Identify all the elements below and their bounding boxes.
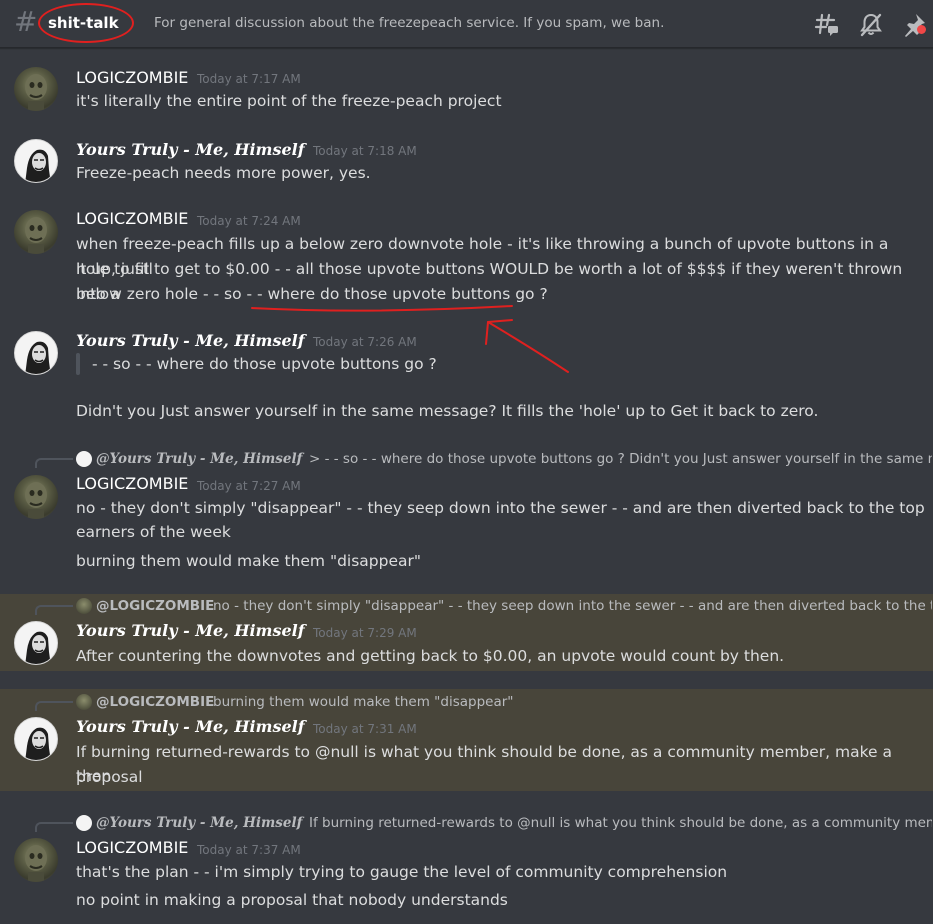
username[interactable]: Yours Truly - Me, Himself: [76, 621, 305, 641]
avatar[interactable]: [14, 331, 58, 375]
pin-icon[interactable]: [902, 12, 928, 38]
channel-header: # shit-talk For general discussion about…: [0, 0, 933, 48]
timestamp: Today at 7:29 AM: [313, 626, 417, 640]
timestamp: Today at 7:26 AM: [313, 335, 417, 349]
reply-spine: [35, 822, 73, 832]
username[interactable]: LOGICZOMBIE: [76, 209, 188, 229]
message-text: Didn't you Just answer yourself in the s…: [76, 402, 819, 420]
reply-preview[interactable]: @Yours Truly - Me, Himself > - - so - - …: [32, 448, 932, 470]
reply-spine: [35, 458, 73, 468]
avatar[interactable]: [14, 838, 58, 882]
reply-avatar: [76, 598, 92, 614]
message-text: After countering the downvotes and getti…: [76, 647, 785, 665]
reply-text: If burning returned-rewards to @null is …: [309, 815, 932, 831]
username[interactable]: LOGICZOMBIE: [76, 68, 188, 88]
channel-topic[interactable]: For general discussion about the freezep…: [154, 15, 664, 32]
blockquote-bar: [76, 353, 80, 375]
reply-preview[interactable]: @LOGICZOMBIE no - they don't simply "dis…: [32, 595, 932, 617]
timestamp: Today at 7:17 AM: [197, 72, 301, 86]
timestamp: Today at 7:24 AM: [197, 214, 301, 228]
message-text: that's the plan - - i'm simply trying to…: [76, 863, 728, 881]
message-text: no - they don't simply "disappear" - - t…: [76, 499, 925, 517]
message-text: it's literally the entire point of the f…: [76, 92, 502, 110]
reply-avatar: [76, 694, 92, 710]
reply-text: > - - so - - where do those upvote butto…: [309, 451, 932, 467]
reply-username[interactable]: @LOGICZOMBIE: [96, 597, 214, 615]
timestamp: Today at 7:37 AM: [197, 843, 301, 857]
username[interactable]: Yours Truly - Me, Himself: [76, 331, 305, 351]
reply-text: no - they don't simply "disappear" - - t…: [213, 598, 932, 614]
reply-username[interactable]: @Yours Truly - Me, Himself: [96, 450, 302, 468]
avatar[interactable]: [14, 210, 58, 254]
reply-preview[interactable]: @Yours Truly - Me, Himself If burning re…: [32, 812, 932, 834]
message: Yours Truly - Me, Himself Today at 7:26 …: [0, 322, 933, 432]
message-highlighted: @LOGICZOMBIE no - they don't simply "dis…: [0, 594, 933, 671]
reply-preview[interactable]: @LOGICZOMBIE burning them would make the…: [32, 691, 932, 713]
message-text: Freeze-peach needs more power, yes.: [76, 164, 371, 182]
username[interactable]: LOGICZOMBIE: [76, 838, 188, 858]
timestamp: Today at 7:18 AM: [313, 144, 417, 158]
message: LOGICZOMBIE Today at 7:17 AM it's litera…: [0, 60, 933, 122]
reply-username[interactable]: @LOGICZOMBIE: [96, 693, 214, 711]
avatar[interactable]: [14, 67, 58, 111]
message: @Yours Truly - Me, Himself If burning re…: [0, 810, 933, 924]
message-text: no point in making a proposal that nobod…: [76, 891, 508, 909]
message-text: then.: [76, 767, 117, 785]
avatar[interactable]: [14, 717, 58, 761]
reply-spine: [35, 605, 73, 615]
message-text: earners of the week: [76, 523, 231, 541]
username[interactable]: LOGICZOMBIE: [76, 474, 188, 494]
timestamp: Today at 7:31 AM: [313, 722, 417, 736]
blockquote-text: - - so - - where do those upvote buttons…: [92, 355, 437, 373]
timestamp: Today at 7:27 AM: [197, 479, 301, 493]
reply-text: burning them would make them "disappear": [213, 694, 514, 710]
reply-spine: [35, 701, 73, 711]
message: LOGICZOMBIE Today at 7:24 AM when freeze…: [0, 203, 933, 315]
message-text: below zero hole - - so - - where do thos…: [76, 285, 548, 303]
avatar[interactable]: [14, 475, 58, 519]
avatar[interactable]: [14, 621, 58, 665]
message: Yours Truly - Me, Himself Today at 7:18 …: [0, 132, 933, 194]
mute-icon[interactable]: [858, 12, 884, 38]
reply-avatar: [76, 815, 92, 831]
username[interactable]: Yours Truly - Me, Himself: [76, 140, 305, 160]
message-text: burning them would make them "disappear": [76, 552, 422, 570]
channel-hash-icon: #: [14, 5, 38, 38]
threads-icon[interactable]: [814, 12, 840, 38]
message-highlighted: @LOGICZOMBIE burning them would make the…: [0, 689, 933, 791]
reply-username[interactable]: @Yours Truly - Me, Himself: [96, 814, 302, 832]
avatar[interactable]: [14, 139, 58, 183]
reply-avatar: [76, 451, 92, 467]
username[interactable]: Yours Truly - Me, Himself: [76, 717, 305, 737]
channel-name[interactable]: shit-talk: [48, 13, 119, 33]
message: @Yours Truly - Me, Himself > - - so - - …: [0, 446, 933, 582]
